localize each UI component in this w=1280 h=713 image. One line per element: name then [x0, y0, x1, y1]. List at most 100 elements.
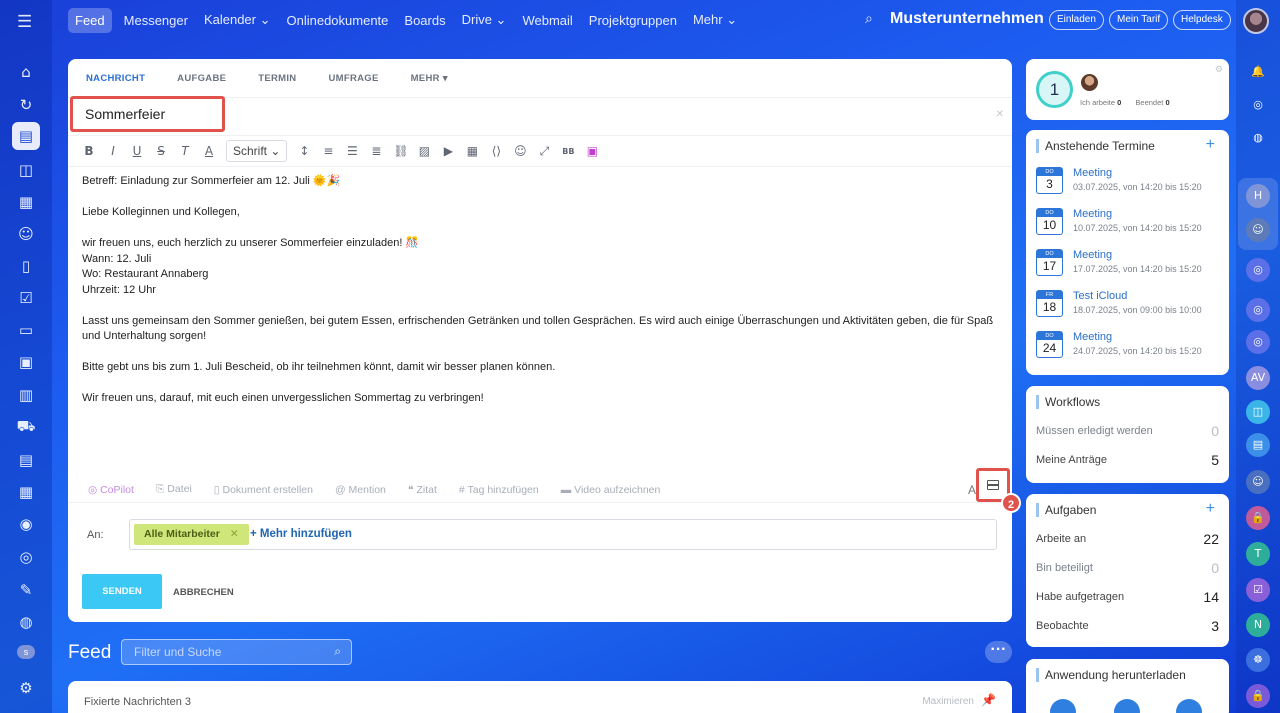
file-button[interactable]: ⎘ Datei: [156, 483, 192, 496]
event-title[interactable]: Test iCloud: [1073, 290, 1127, 302]
tag-button[interactable]: # Tag hinzufügen: [459, 484, 539, 496]
drive-icon[interactable]: ▭: [14, 318, 38, 342]
numbered-list-icon[interactable]: ≡: [321, 144, 335, 158]
nav-onlinedokumente[interactable]: Onlinedokumente: [287, 13, 389, 28]
tab-nachricht[interactable]: NACHRICHT: [86, 73, 145, 84]
my-plan-button[interactable]: Mein Tarif: [1109, 10, 1169, 30]
lock-icon[interactable]: 🔒: [1246, 506, 1270, 530]
chat-avatar-n[interactable]: N: [1246, 613, 1270, 637]
strikethrough-icon[interactable]: S: [154, 144, 168, 158]
user-avatar-small[interactable]: s: [17, 645, 35, 659]
tab-termin[interactable]: TERMIN: [258, 73, 296, 84]
analytics-icon[interactable]: ▥: [14, 383, 38, 407]
event-title[interactable]: Meeting: [1073, 331, 1112, 343]
underline-icon[interactable]: U: [130, 144, 144, 158]
tab-umfrage[interactable]: UMFRAGE: [328, 73, 378, 84]
event-title[interactable]: Meeting: [1073, 167, 1112, 179]
contact-card-icon[interactable]: ▤: [1246, 433, 1270, 457]
video-icon[interactable]: ▶: [441, 144, 455, 158]
align-icon[interactable]: ≣: [369, 144, 383, 158]
add-task-button[interactable]: +: [1206, 500, 1215, 518]
event-title[interactable]: Meeting: [1073, 249, 1112, 261]
send-button[interactable]: SENDEN: [82, 574, 162, 609]
maximize-link[interactable]: Maximieren: [922, 696, 974, 707]
close-title-icon[interactable]: ✕: [996, 109, 1004, 120]
nav-mehr[interactable]: Mehr ⌄: [693, 12, 737, 28]
code-icon[interactable]: ⟨⟩: [489, 144, 503, 158]
apple-icon[interactable]: [1050, 699, 1076, 713]
quote-button[interactable]: ❝ Zitat: [408, 484, 437, 496]
target-icon[interactable]: ◎: [14, 545, 38, 569]
bold-icon[interactable]: B: [82, 144, 96, 158]
nav-projektgruppen[interactable]: Projektgruppen: [589, 13, 677, 28]
chat-icon[interactable]: ◫: [14, 158, 38, 182]
emoji-icon[interactable]: ☺: [513, 144, 527, 158]
copilot-button[interactable]: ◎ CoPilot: [88, 484, 134, 496]
robot-icon[interactable]: ◉: [14, 512, 38, 536]
copilot-chat-icon[interactable]: ◎: [1246, 258, 1270, 282]
nav-feed[interactable]: Feed: [68, 7, 112, 33]
chat-avatar-av[interactable]: AV: [1246, 366, 1270, 390]
recipient-chip[interactable]: Alle Mitarbeiter ✕: [134, 524, 249, 545]
chat-avatar-t[interactable]: T: [1246, 542, 1270, 566]
notifications-icon[interactable]: 🔔: [1246, 60, 1270, 84]
text-style-button[interactable]: A: [968, 483, 976, 497]
gear-icon[interactable]: ⚙: [14, 676, 38, 700]
document-icon[interactable]: ▯: [14, 254, 38, 278]
text-color-icon[interactable]: A: [202, 144, 216, 158]
task-row[interactable]: Habe aufgetragen 14: [1036, 589, 1219, 605]
tab-mehr[interactable]: MEHR ▾: [411, 73, 448, 84]
windows-icon[interactable]: [1114, 699, 1140, 713]
messages-icon[interactable]: ◍: [1246, 126, 1270, 150]
board-icon[interactable]: ▣: [14, 350, 38, 374]
title-input[interactable]: Sommerfeier: [70, 96, 225, 132]
chat-bubble-icon[interactable]: ◫: [1246, 400, 1270, 424]
pinned-messages-bar[interactable]: Fixierte Nachrichten 3 Maximieren 📌: [68, 681, 1012, 713]
italic-icon[interactable]: I: [106, 144, 120, 158]
calendar-icon[interactable]: ▦: [14, 190, 38, 214]
helpdesk-button[interactable]: Helpdesk: [1173, 10, 1231, 30]
add-event-button[interactable]: +: [1206, 136, 1215, 154]
copilot-icon[interactable]: ◎: [1246, 93, 1270, 117]
bbcode-icon[interactable]: BB: [561, 147, 575, 156]
cancel-button[interactable]: ABBRECHEN: [173, 587, 234, 598]
contact-card-icon[interactable]: ▤: [14, 448, 38, 472]
nav-messenger[interactable]: Messenger: [124, 13, 188, 28]
chat-avatar-photo[interactable]: ☺: [1246, 218, 1270, 242]
appstore-icon[interactable]: [1176, 699, 1202, 713]
invite-button[interactable]: Einladen: [1049, 10, 1104, 30]
work-counter[interactable]: 1: [1036, 71, 1073, 108]
planner-icon[interactable]: ▦: [14, 480, 38, 504]
bullet-list-icon[interactable]: ☰: [345, 144, 359, 158]
copilot-chat-icon[interactable]: ◎: [1246, 330, 1270, 354]
chat-avatar-h[interactable]: H: [1246, 184, 1270, 208]
task-row[interactable]: Beobachte 3: [1036, 618, 1219, 634]
search-icon[interactable]: ⌕: [865, 11, 873, 27]
workflow-row[interactable]: Müssen erledigt werden 0: [1036, 423, 1219, 439]
font-size-icon[interactable]: ↕: [297, 144, 311, 158]
home-icon[interactable]: ⌂: [14, 60, 38, 84]
support-icon[interactable]: ◍: [14, 610, 38, 634]
mention-button[interactable]: @ Mention: [335, 484, 386, 496]
group-icon[interactable]: ☸: [1246, 648, 1270, 672]
sign-icon[interactable]: ✎: [14, 578, 38, 602]
task-check-icon[interactable]: ☑: [1246, 578, 1270, 602]
nav-drive[interactable]: Drive ⌄: [462, 12, 507, 28]
feed-icon[interactable]: ▤: [12, 122, 40, 150]
workflow-row[interactable]: Meine Anträge 5: [1036, 452, 1219, 468]
nav-webmail[interactable]: Webmail: [522, 13, 572, 28]
remove-recipient-icon[interactable]: ✕: [230, 528, 239, 540]
record-video-button[interactable]: ▬ Video aufzeichnen: [561, 484, 661, 496]
nav-boards[interactable]: Boards: [404, 13, 445, 28]
clear-format-icon[interactable]: T: [178, 144, 192, 158]
copilot-chat-icon[interactable]: ◎: [1246, 298, 1270, 322]
organization-name[interactable]: Musterunternehmen: [890, 10, 1044, 28]
tab-aufgabe[interactable]: AUFGABE: [177, 73, 226, 84]
add-more-recipients[interactable]: + Mehr hinzufügen: [250, 528, 352, 540]
settings-icon[interactable]: ⚙: [1215, 64, 1223, 75]
table-icon[interactable]: ▦: [465, 144, 479, 158]
users-icon[interactable]: ☺: [14, 222, 38, 246]
ai-image-icon[interactable]: ▣: [585, 144, 599, 158]
link-icon[interactable]: ⛓: [393, 144, 408, 158]
search-icon[interactable]: ⌕: [334, 644, 341, 659]
